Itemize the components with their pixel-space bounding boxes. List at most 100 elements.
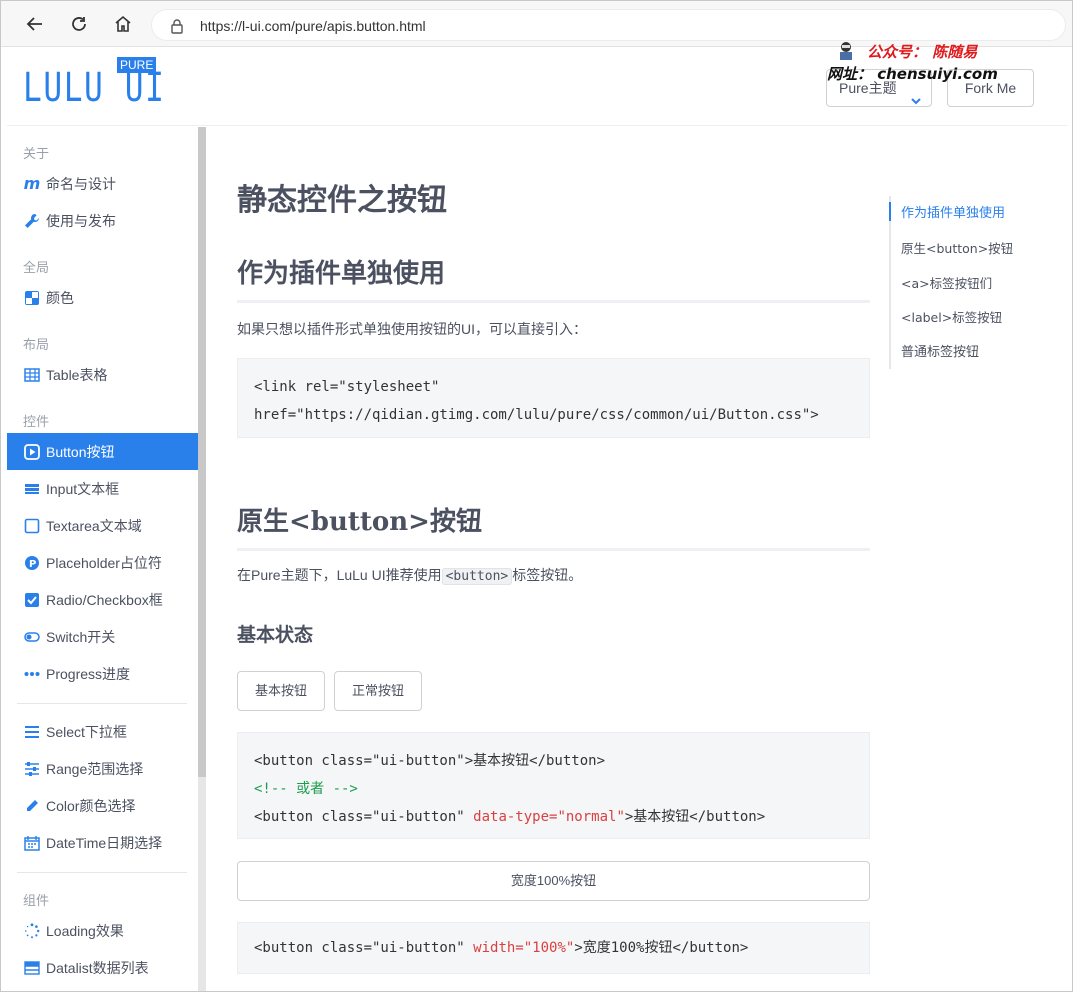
- placeholder-icon: P: [23, 554, 41, 572]
- code-block-link: <link rel="stylesheet" href="https://qid…: [237, 358, 870, 438]
- sidebar-item-radio-checkbox[interactable]: Radio/Checkbox框: [7, 581, 198, 618]
- sliders-icon: [23, 760, 41, 778]
- sidebar-item-range[interactable]: Range范围选择: [7, 750, 198, 787]
- sidebar-scrollbar[interactable]: [198, 127, 206, 991]
- reload-icon: [72, 17, 86, 31]
- sidebar-item-progress[interactable]: Progress进度: [7, 655, 198, 692]
- sidebar-item-color-picker[interactable]: Color颜色选择: [7, 787, 198, 824]
- watermark-line2: 网址： chensuiyi.com: [827, 65, 998, 83]
- sidebar-item-datetime[interactable]: DateTime日期选择: [7, 824, 198, 861]
- intro-part: 在Pure主题下，LuLu UI推荐使用: [237, 567, 442, 583]
- svg-text:P: P: [29, 559, 36, 570]
- lock-icon: [170, 18, 184, 37]
- datalist-icon: [23, 959, 41, 977]
- sidebar-item-label: Color颜色选择: [46, 797, 136, 814]
- arrow-left-icon: [26, 17, 42, 31]
- sidebar-item-label: 命名与设计: [46, 175, 116, 192]
- watermark: 公众号： 陈随易 网址： chensuiyi.com: [827, 41, 1041, 87]
- spinner-icon: [23, 922, 41, 940]
- toc-item-label-buttons[interactable]: <label>标签按钮: [891, 307, 1002, 326]
- play-box-icon: [23, 443, 41, 461]
- sidebar-item-button[interactable]: Button按钮: [7, 433, 198, 470]
- page-title: 静态控件之按钮: [237, 183, 447, 218]
- sidebar-group-layout: 布局: [23, 337, 50, 352]
- dropper-icon: [23, 797, 41, 815]
- sidebar-group-global: 全局: [23, 260, 50, 275]
- sidebar-item-label: Textarea文本域: [46, 517, 142, 534]
- watermark-line1: 公众号： 陈随易: [867, 43, 978, 61]
- table-of-contents: 作为插件单独使用 原生<button>按钮 <a>标签按钮们 <label>标签…: [889, 196, 1059, 369]
- home-icon: [115, 15, 131, 32]
- sidebar-group-controls: 控件: [23, 414, 50, 429]
- sidebar: 关于 m 命名与设计 使用与发布 全局 颜色 布局 Table表格 控件 But…: [7, 127, 198, 991]
- dots-icon: [23, 665, 41, 683]
- sidebar-item-label: 颜色: [46, 289, 74, 306]
- wrench-icon: [23, 212, 41, 230]
- sidebar-item-placeholder[interactable]: P Placeholder占位符: [7, 544, 198, 581]
- home-button[interactable]: [110, 11, 136, 37]
- code-part: >基本按钮</button>: [624, 809, 766, 825]
- input-icon: [23, 480, 41, 498]
- sidebar-item-label: Button按钮: [46, 443, 115, 460]
- switch-icon: [23, 628, 41, 646]
- main-content: 静态控件之按钮 作为插件单独使用 如果只想以插件形式单独使用按钮的UI，可以直接…: [237, 127, 870, 991]
- sidebar-scrollbar-thumb[interactable]: [198, 127, 206, 777]
- code-comment: <!-- 或者 -->: [254, 781, 358, 797]
- code-block-button: <button class="ui-button">基本按钮</button> …: [237, 732, 870, 839]
- wide-button[interactable]: 宽度100%按钮: [237, 861, 870, 901]
- sidebar-divider: [17, 872, 187, 873]
- logo-badge: PURE: [117, 57, 157, 73]
- sidebar-item-label: Progress进度: [46, 665, 131, 682]
- sidebar-item-label: Select下拉框: [46, 723, 127, 740]
- reload-button[interactable]: [66, 11, 92, 37]
- toc-item-a-buttons[interactable]: <a>标签按钮们: [891, 273, 992, 292]
- sidebar-item-usage[interactable]: 使用与发布: [7, 202, 198, 239]
- sidebar-item-input[interactable]: Input文本框: [7, 470, 198, 507]
- normal-button[interactable]: 正常按钮: [334, 671, 422, 711]
- basic-button[interactable]: 基本按钮: [237, 671, 325, 711]
- url-text: https://l-ui.com/pure/apis.button.html: [200, 18, 426, 34]
- back-button[interactable]: [22, 11, 48, 37]
- code-line: <button class="ui-button">基本按钮</button>: [254, 753, 606, 769]
- sidebar-item-color[interactable]: 颜色: [7, 279, 198, 316]
- sidebar-item-label: Switch开关: [46, 628, 116, 645]
- list-icon: [23, 723, 41, 741]
- intro-part: 标签按钮。: [512, 567, 583, 583]
- sidebar-item-select[interactable]: Select下拉框: [7, 713, 198, 750]
- address-bar[interactable]: https://l-ui.com/pure/apis.button.html: [151, 9, 1066, 41]
- sidebar-item-naming[interactable]: m 命名与设计: [7, 165, 198, 202]
- sidebar-item-label: Placeholder占位符: [46, 554, 162, 571]
- toc-item-plugin[interactable]: 作为插件单独使用: [889, 202, 1005, 221]
- code-part: >宽度100%按钮</button>: [574, 940, 749, 956]
- toc-item-normal-tag[interactable]: 普通标签按钮: [891, 341, 979, 360]
- sidebar-item-label: Datalist数据列表: [46, 959, 149, 976]
- sidebar-item-label: Loading效果: [46, 922, 124, 939]
- heading-code: <button>: [289, 507, 430, 537]
- inline-code: <button>: [441, 568, 513, 585]
- code-line: href="https://qidian.gtimg.com/lulu/pure…: [254, 407, 819, 423]
- textarea-icon: [23, 517, 41, 535]
- sidebar-divider: [17, 703, 187, 704]
- window-frame: https://l-ui.com/pure/apis.button.html L…: [0, 0, 1073, 992]
- color-blocks-icon: [23, 289, 41, 307]
- sidebar-item-label: 使用与发布: [46, 212, 116, 229]
- sidebar-item-datalist[interactable]: Datalist数据列表: [7, 949, 198, 986]
- sidebar-item-label: Input文本框: [46, 480, 120, 497]
- sidebar-item-label: DateTime日期选择: [46, 834, 163, 851]
- checkbox-icon: [23, 591, 41, 609]
- sidebar-item-switch[interactable]: Switch开关: [7, 618, 198, 655]
- avatar: [837, 41, 855, 61]
- sidebar-item-textarea[interactable]: Textarea文本域: [7, 507, 198, 544]
- table-icon: [23, 366, 41, 384]
- heading-part: 原生: [237, 507, 290, 537]
- heading-part: 按钮: [429, 507, 482, 537]
- sidebar-item-loading[interactable]: Loading效果: [7, 912, 198, 949]
- chevron-down-icon: [911, 83, 921, 119]
- sidebar-item-table[interactable]: Table表格: [7, 356, 198, 393]
- code-line: <button class="ui-button" data-type="nor…: [254, 803, 853, 831]
- toc-item-native-button[interactable]: 原生<button>按钮: [891, 238, 1013, 257]
- calendar-icon: [23, 834, 41, 852]
- section-intro-plugin: 如果只想以插件形式单独使用按钮的UI，可以直接引入：: [237, 321, 587, 337]
- code-line: <button class="ui-button" width="100%">宽…: [254, 937, 853, 959]
- code-line: <link rel="stylesheet": [254, 379, 440, 395]
